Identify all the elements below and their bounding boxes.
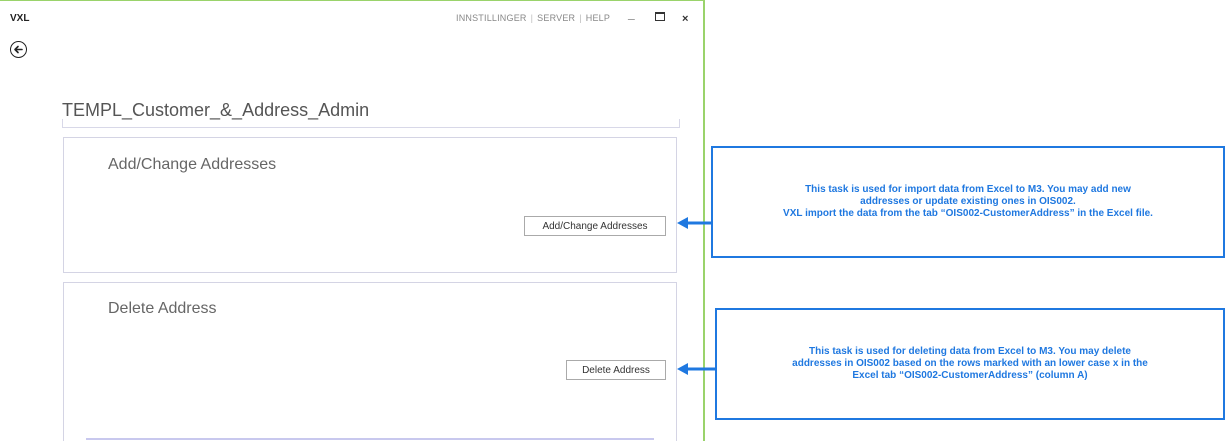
panel-title: Add/Change Addresses xyxy=(108,156,277,173)
app-title: VXL xyxy=(10,13,30,24)
callout-text: This task is used for import data from E… xyxy=(777,184,1159,220)
delete-address-panel: Delete Address Delete Address xyxy=(63,282,677,441)
callout-line: addresses in OIS002 based on the rows ma… xyxy=(792,358,1148,369)
minimize-button[interactable]: _ xyxy=(628,7,635,21)
maximize-button[interactable] xyxy=(655,12,665,21)
delete-address-button[interactable]: Delete Address xyxy=(566,360,666,380)
callout-line: Excel tab “OIS002-CustomerAddress” (colu… xyxy=(852,370,1088,381)
top-nav: INNSTILLINGER | SERVER | HELP xyxy=(456,13,610,23)
callout-line: addresses or update existing ones in OIS… xyxy=(860,196,1076,207)
title-bar: VXL INNSTILLINGER | SERVER | HELP _ × xyxy=(0,1,703,33)
nav-separator: | xyxy=(530,13,534,23)
app-window: VXL INNSTILLINGER | SERVER | HELP _ × TEMPL_… xyxy=(0,0,705,441)
back-button[interactable] xyxy=(10,41,27,58)
nav-help-link[interactable]: HELP xyxy=(586,13,610,23)
callout-line: This task is used for deleting data from… xyxy=(809,346,1131,357)
nav-settings-link[interactable]: INNSTILLINGER xyxy=(456,13,527,23)
add-change-addresses-button[interactable]: Add/Change Addresses xyxy=(524,216,666,236)
page-title: TEMPL_Customer_&_Address_Admin xyxy=(62,100,370,120)
callout-text: This task is used for deleting data from… xyxy=(786,346,1154,382)
add-change-addresses-panel: Add/Change Addresses Add/Change Addresse… xyxy=(63,137,677,273)
arrow-left-icon xyxy=(677,363,718,375)
close-button[interactable]: × xyxy=(682,14,688,25)
arrow-left-icon xyxy=(14,45,23,54)
title-divider xyxy=(62,119,680,128)
callout-line: This task is used for import data from E… xyxy=(805,184,1131,195)
arrow-left-icon xyxy=(677,217,714,229)
panel-title: Delete Address xyxy=(108,300,217,317)
nav-server-link[interactable]: SERVER xyxy=(537,13,575,23)
callout-add-change: This task is used for import data from E… xyxy=(711,146,1225,258)
callout-delete: This task is used for deleting data from… xyxy=(715,308,1225,420)
nav-separator: | xyxy=(579,13,582,23)
callout-line: VXL import the data from the tab “OIS002… xyxy=(783,208,1153,219)
panel-divider xyxy=(86,438,654,440)
